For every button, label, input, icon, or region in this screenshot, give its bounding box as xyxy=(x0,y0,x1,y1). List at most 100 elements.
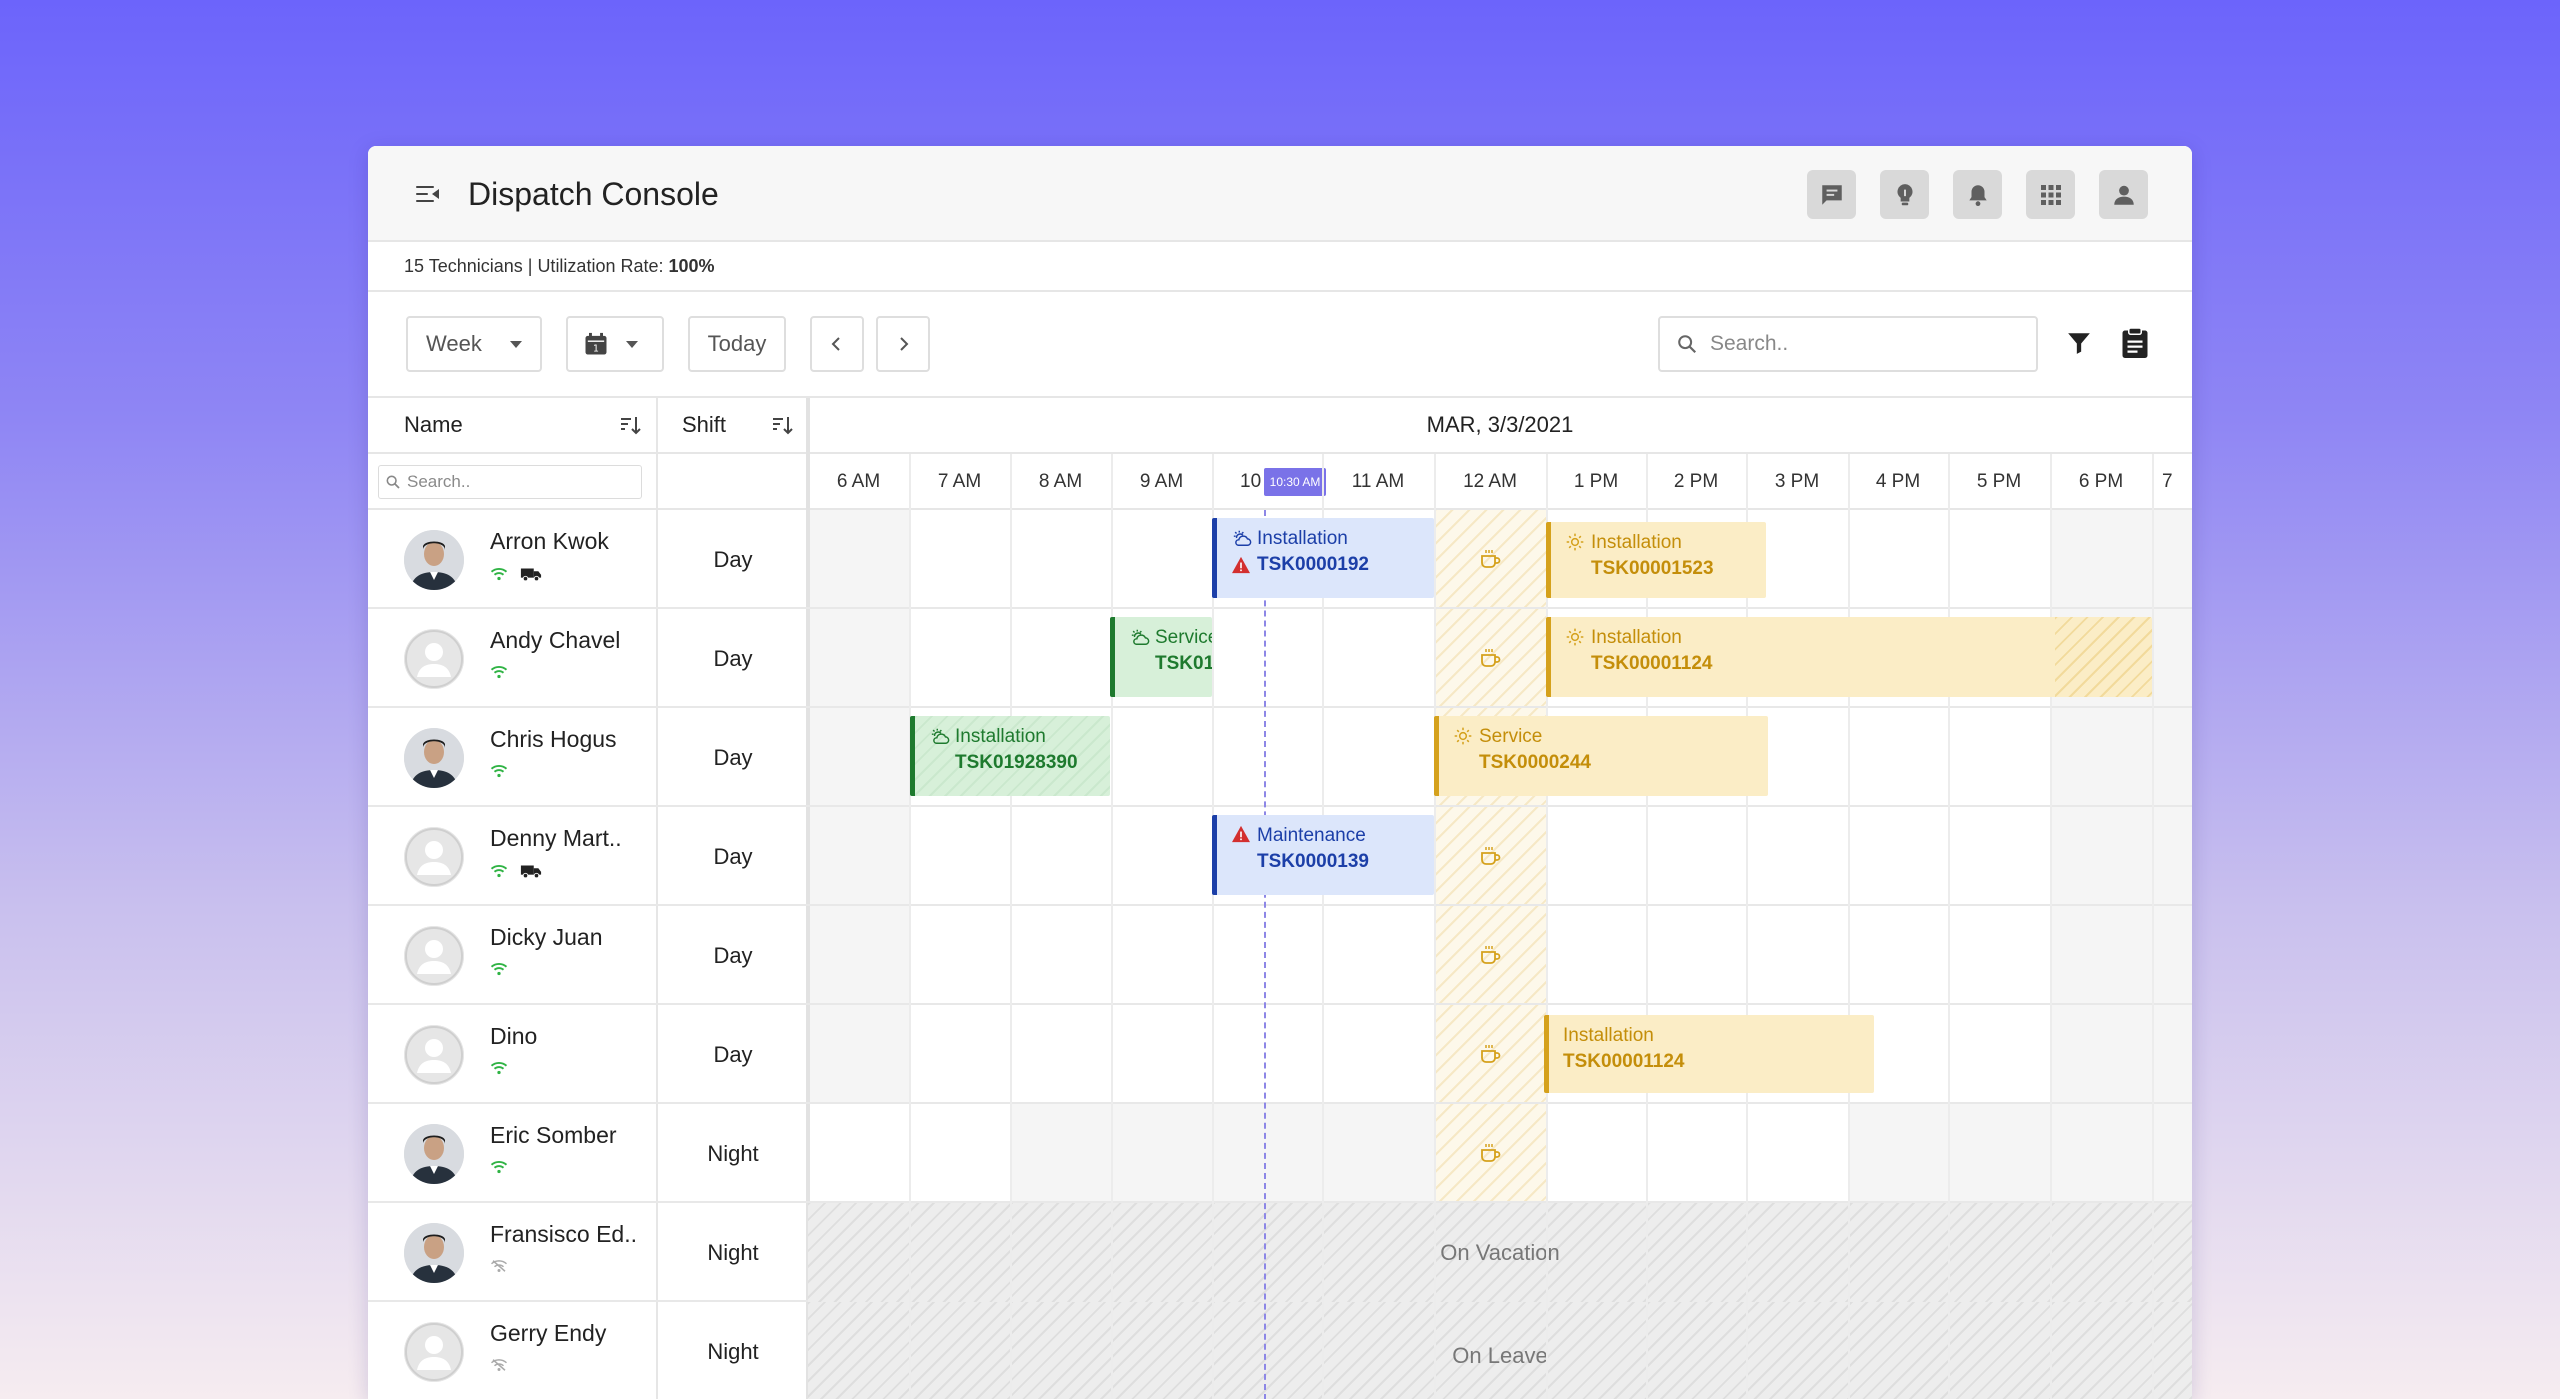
technician-name[interactable]: Eric Somber xyxy=(490,1122,617,1149)
technician-row[interactable]: Fransisco Ed.. Night On Vacation xyxy=(368,1203,2192,1302)
wifi-icon xyxy=(490,567,508,581)
shift-cell: Day xyxy=(713,843,753,869)
avatar xyxy=(404,1124,464,1184)
task-card[interactable]: Service TSK0000244 xyxy=(1434,716,1768,796)
technician-name[interactable]: Denny Mart.. xyxy=(490,825,622,852)
apps-button[interactable] xyxy=(2026,170,2075,219)
task-card[interactable]: Installation TSK01928390 xyxy=(910,716,1110,796)
messages-button[interactable] xyxy=(1807,170,1856,219)
sort-icon[interactable] xyxy=(770,414,794,438)
view-select-value: Week xyxy=(426,331,482,356)
time-label: 8 AM xyxy=(1038,471,1083,492)
menu-collapse-icon[interactable] xyxy=(416,184,440,204)
technician-status xyxy=(490,764,508,778)
app-window: Dispatch Console 15 Technicians | Utiliz… xyxy=(368,146,2192,1399)
technician-row[interactable]: Dicky Juan Day xyxy=(368,906,2192,1005)
cloud-sun-icon xyxy=(931,728,950,744)
technician-status xyxy=(490,863,542,879)
technician-name[interactable]: Dicky Juan xyxy=(490,924,602,951)
task-card[interactable]: Installation TSK00001124 xyxy=(1544,1015,1874,1093)
task-card[interactable]: Installation TSK0000192 xyxy=(1212,518,1434,598)
summary-bar: 15 Technicians | Utilization Rate: 100% xyxy=(368,242,2192,292)
technician-name[interactable]: Arron Kwok xyxy=(490,528,609,555)
task-card[interactable]: Maintenance TSK0000139 xyxy=(1212,815,1434,895)
avatar xyxy=(404,728,464,788)
date-header-label: MAR, 3/3/2021 xyxy=(1426,412,1574,437)
wifi-icon xyxy=(490,864,508,878)
avatar xyxy=(404,1322,464,1382)
technician-row[interactable]: Chris Hogus Day xyxy=(368,708,2192,807)
absence-block: On Leave xyxy=(808,1302,2192,1399)
search-icon xyxy=(386,475,400,489)
avatar xyxy=(404,1025,464,1085)
technician-row[interactable]: Gerry Endy Night On Leave xyxy=(368,1302,2192,1399)
view-select[interactable]: Week xyxy=(406,316,542,372)
wifi-icon xyxy=(490,1160,508,1174)
tips-button[interactable] xyxy=(1880,170,1929,219)
task-id: TSK0000192 xyxy=(1257,554,1369,575)
task-type: Installation xyxy=(1257,528,1348,549)
time-label: 5 PM xyxy=(1976,471,2022,492)
search-input[interactable] xyxy=(1710,332,2010,356)
technician-row[interactable]: Dino Day xyxy=(368,1005,2192,1104)
current-time-line xyxy=(1264,510,1266,1399)
coffee-break-icon xyxy=(1481,1044,1501,1063)
lunch-break-block xyxy=(1434,1104,1546,1201)
today-button[interactable]: Today xyxy=(688,316,786,372)
task-card[interactable]: Installation TSK00001124 xyxy=(1546,617,2152,697)
technician-name[interactable]: Gerry Endy xyxy=(490,1320,606,1347)
technician-name[interactable]: Chris Hogus xyxy=(490,726,617,753)
name-search-input[interactable] xyxy=(407,472,627,492)
technician-count: 15 Technicians xyxy=(404,255,523,276)
date-picker-button[interactable]: 1 xyxy=(566,316,664,372)
sun-icon xyxy=(1454,727,1472,745)
task-type: Service xyxy=(1155,627,1212,648)
task-type: Installation xyxy=(1591,627,1682,648)
task-card[interactable]: Service TSK01 xyxy=(1110,617,1212,697)
date-header: MAR, 3/3/2021 xyxy=(808,398,2192,454)
task-id: TSK0000244 xyxy=(1479,752,1591,773)
sun-icon xyxy=(1566,533,1584,551)
time-label: 6 AM xyxy=(836,471,881,492)
lunch-break-block xyxy=(1434,1005,1546,1102)
clipboard-icon[interactable] xyxy=(2120,326,2150,360)
app-header: Dispatch Console xyxy=(368,146,2192,242)
working-hours-area xyxy=(910,1005,1010,1102)
absence-label: On Leave xyxy=(1452,1342,1548,1368)
current-time-badge: 10:30 AM xyxy=(1264,468,1326,496)
notifications-button[interactable] xyxy=(1953,170,2002,219)
wifi-icon xyxy=(490,962,508,976)
technician-status xyxy=(490,566,542,582)
wifi-off-icon xyxy=(491,1359,507,1371)
technician-name[interactable]: Fransisco Ed.. xyxy=(490,1221,637,1248)
chevron-right-icon xyxy=(900,337,909,351)
technician-name[interactable]: Andy Chavel xyxy=(490,627,620,654)
sort-icon[interactable] xyxy=(618,414,642,438)
coffee-break-icon xyxy=(1481,945,1501,964)
previous-button[interactable] xyxy=(810,316,864,372)
lightbulb-icon xyxy=(1896,183,1913,205)
profile-button[interactable] xyxy=(2099,170,2148,219)
name-column-header[interactable]: Name xyxy=(368,398,656,454)
shift-column-header[interactable]: Shift xyxy=(658,398,808,454)
shift-cell: Night xyxy=(707,1338,759,1364)
overtime-hatch xyxy=(2055,617,2152,697)
wifi-off-icon xyxy=(491,1260,507,1272)
filter-icon[interactable] xyxy=(2066,330,2092,356)
technician-status xyxy=(490,1358,508,1372)
technician-name[interactable]: Dino xyxy=(490,1023,537,1050)
task-card[interactable]: Installation TSK00001523 xyxy=(1546,522,1766,598)
technician-status xyxy=(490,665,508,679)
technician-status xyxy=(490,962,508,976)
summary-separator: | xyxy=(522,255,538,276)
task-type: Maintenance xyxy=(1257,825,1366,846)
technician-row[interactable]: Eric Somber Night xyxy=(368,1104,2192,1203)
task-id: TSK00001523 xyxy=(1591,558,1714,579)
next-button[interactable] xyxy=(876,316,930,372)
global-search[interactable] xyxy=(1658,316,2038,372)
calendar-icon: 1 xyxy=(585,332,607,355)
name-search[interactable] xyxy=(378,465,642,499)
coffee-break-icon xyxy=(1481,846,1501,865)
shift-cell: Day xyxy=(713,744,753,770)
shift-column-label: Shift xyxy=(682,412,727,437)
